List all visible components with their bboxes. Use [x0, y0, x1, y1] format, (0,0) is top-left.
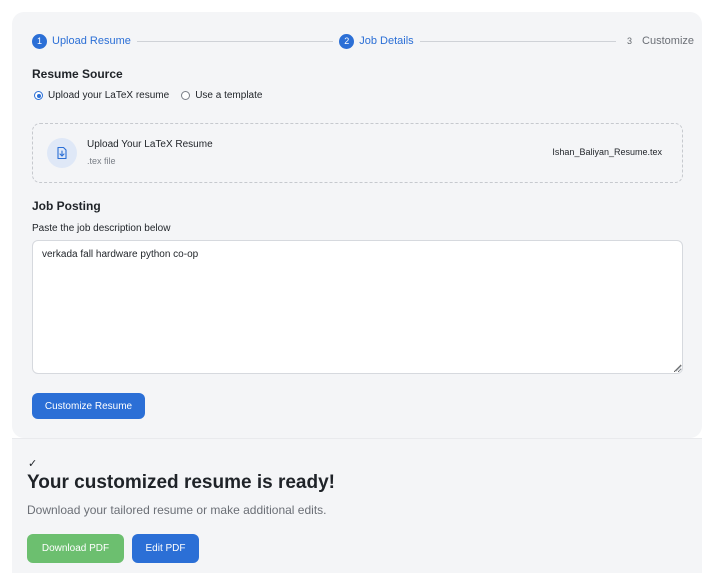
job-description-label: Paste the job description below [32, 223, 171, 234]
download-pdf-button[interactable]: Download PDF [27, 534, 124, 563]
stepper: 1 Upload Resume 2 Job Details 3 Customiz… [32, 30, 694, 52]
step-upload-resume[interactable]: 1 Upload Resume [32, 33, 131, 49]
resume-source-options: Upload your LaTeX resume Use a template [34, 90, 274, 101]
check-icon: ✓ [28, 458, 38, 470]
resume-form-panel: 1 Upload Resume 2 Job Details 3 Customiz… [12, 12, 702, 438]
result-panel: ✓ Your customized resume is ready! Downl… [12, 438, 702, 573]
upload-title: Upload Your LaTeX Resume [87, 139, 213, 150]
job-posting-heading: Job Posting [32, 199, 101, 213]
step-label: Job Details [359, 35, 414, 47]
step-connector [136, 40, 334, 42]
step-number: 1 [32, 33, 47, 49]
edit-pdf-button[interactable]: Edit PDF [132, 534, 199, 563]
step-connector [419, 40, 617, 42]
radio-use-template[interactable]: Use a template [181, 90, 262, 101]
result-title: Your customized resume is ready! [27, 472, 335, 493]
step-label: Customize [642, 35, 695, 47]
job-description-textarea[interactable]: verkada fall hardware python co-op [32, 240, 683, 374]
customize-resume-button[interactable]: Customize Resume [32, 393, 145, 419]
upload-file-type: .tex file [87, 156, 116, 166]
step-customize[interactable]: 3 Customize [622, 34, 694, 49]
radio-upload-latex[interactable]: Upload your LaTeX resume [34, 90, 169, 101]
radio-button-checked[interactable] [34, 91, 43, 100]
step-number: 2 [339, 33, 355, 49]
file-upload-icon [47, 138, 77, 168]
step-label: Upload Resume [52, 35, 131, 47]
step-number: 3 [627, 36, 633, 46]
step-job-details[interactable]: 2 Job Details [339, 33, 414, 49]
radio-label: Use a template [195, 90, 263, 101]
page: 1 Upload Resume 2 Job Details 3 Customiz… [0, 0, 718, 573]
uploaded-filename: Ishan_Baliyan_Resume.tex [552, 147, 662, 157]
result-subtitle: Download your tailored resume or make ad… [27, 503, 327, 517]
radio-label: Upload your LaTeX resume [48, 90, 170, 101]
radio-button[interactable] [181, 91, 191, 100]
resume-source-heading: Resume Source [32, 67, 123, 81]
latex-upload-dropzone[interactable]: Upload Your LaTeX Resume .tex file Ishan… [32, 123, 683, 183]
